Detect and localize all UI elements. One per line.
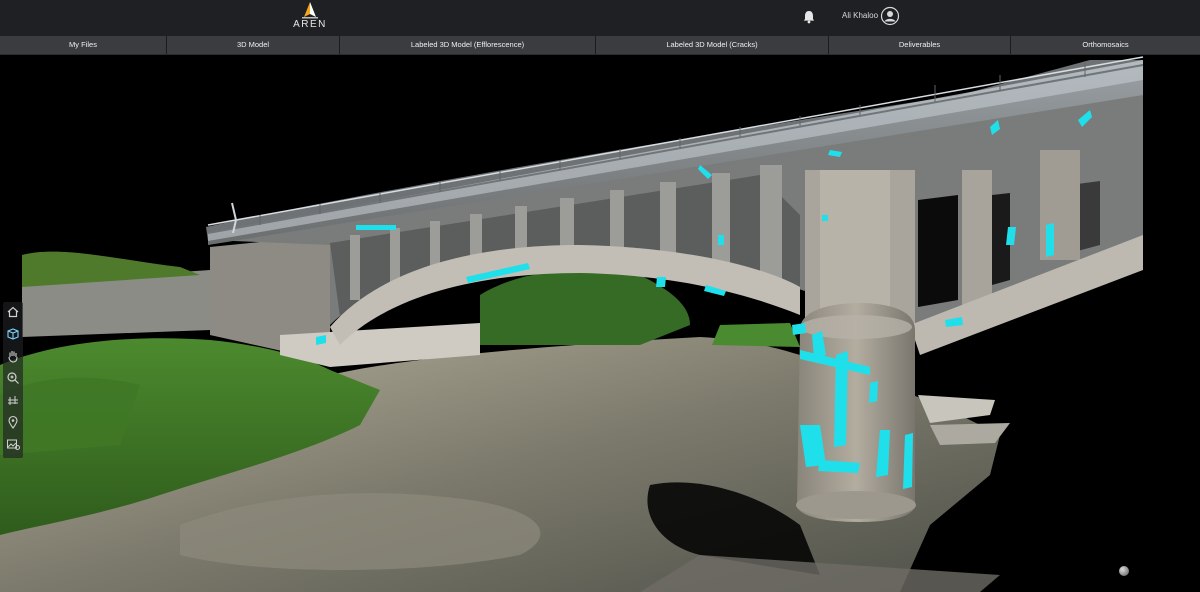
app-header: AREN Ali Khaloo bbox=[0, 0, 1200, 36]
logo-mark-icon bbox=[302, 2, 318, 19]
image-pin-icon[interactable] bbox=[5, 436, 21, 452]
viewer-toolbar bbox=[3, 302, 23, 458]
cube-view-icon[interactable] bbox=[5, 326, 21, 342]
aren-logo[interactable]: AREN bbox=[288, 1, 332, 35]
pan-hand-icon[interactable] bbox=[5, 348, 21, 364]
logo-text: AREN bbox=[293, 19, 327, 30]
user-avatar-icon[interactable] bbox=[880, 6, 900, 26]
measure-icon[interactable] bbox=[5, 392, 21, 408]
tab-deliverables[interactable]: Deliverables bbox=[829, 36, 1011, 54]
tab-3d-model[interactable]: 3D Model bbox=[167, 36, 340, 54]
bridge-point-cloud bbox=[0, 56, 1144, 592]
zoom-icon[interactable] bbox=[5, 370, 21, 386]
3d-viewer[interactable] bbox=[0, 55, 1200, 592]
home-icon[interactable] bbox=[5, 304, 21, 320]
user-name[interactable]: Ali Khaloo bbox=[842, 11, 878, 20]
tab-labeled-efflorescence[interactable]: Labeled 3D Model (Efflorescence) bbox=[340, 36, 596, 54]
navigation-sphere-icon[interactable] bbox=[1119, 566, 1129, 576]
tab-orthomosaics[interactable]: Orthomosaics bbox=[1011, 36, 1200, 54]
tab-my-files[interactable]: My Files bbox=[0, 36, 167, 54]
tab-labeled-cracks[interactable]: Labeled 3D Model (Cracks) bbox=[596, 36, 829, 54]
location-pin-icon[interactable] bbox=[5, 414, 21, 430]
bell-icon[interactable] bbox=[801, 9, 817, 25]
nav-tabs: My Files 3D Model Labeled 3D Model (Effl… bbox=[0, 36, 1200, 55]
